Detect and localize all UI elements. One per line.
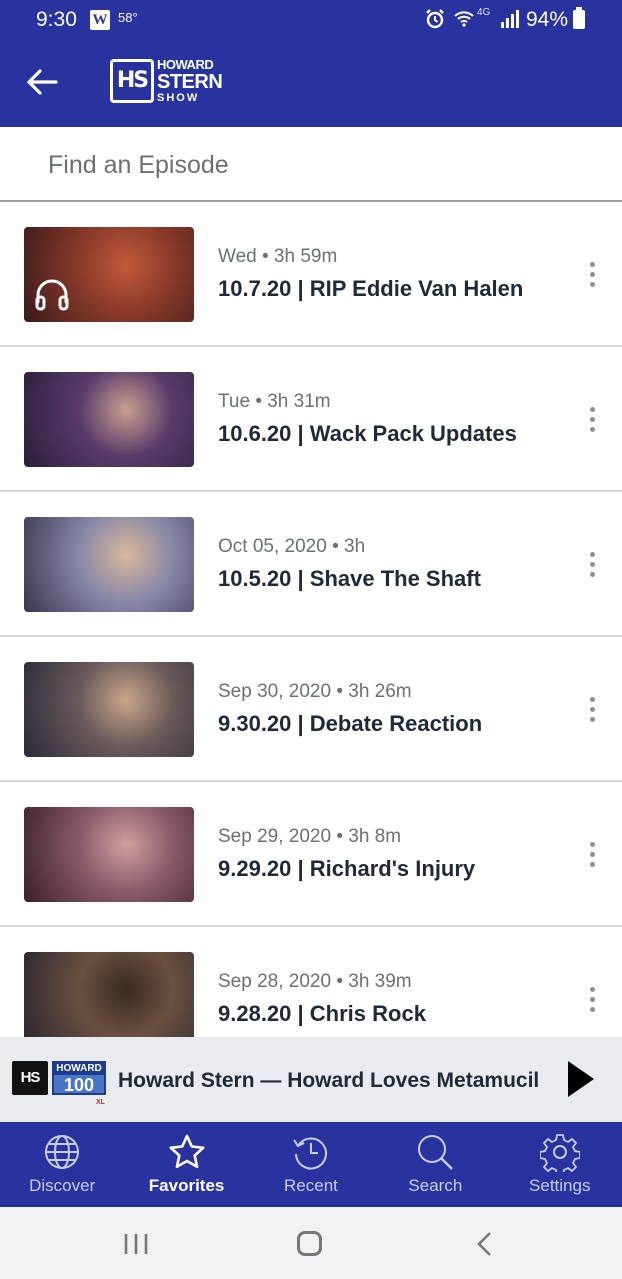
nav-search[interactable]: Search <box>373 1122 497 1207</box>
nav-favorites-label: Favorites <box>148 1176 225 1195</box>
episode-row[interactable]: Sep 29, 2020 • 3h 8m 9.29.20 | Richard's … <box>0 782 622 927</box>
episode-search-bar <box>0 127 622 202</box>
episode-meta: Wed • 3h 59m <box>218 246 338 267</box>
status-bar: 9:30 W 58° 4G 94% <box>0 0 622 40</box>
logo-mark: HS <box>110 59 154 103</box>
episode-title: 10.6.20 | Wack Pack Updates <box>218 421 517 446</box>
app-header: 9:30 W 58° 4G 94% HS HOWARD STERN SHOW <box>0 0 622 127</box>
star-icon <box>169 1134 205 1169</box>
bottom-navigation: Discover Favorites Recent Search Setting… <box>0 1122 622 1207</box>
episode-title: 9.29.20 | Richard's Injury <box>218 856 476 881</box>
headphones-icon <box>35 279 69 311</box>
history-icon <box>293 1137 327 1170</box>
play-button[interactable] <box>562 1057 598 1101</box>
nav-search-label: Search <box>408 1176 463 1195</box>
episode-thumbnail <box>24 662 194 757</box>
episode-meta: Tue • 3h 31m <box>218 391 331 412</box>
logo-hs: HS <box>12 1061 48 1095</box>
more-options-icon[interactable] <box>580 837 604 873</box>
home-button[interactable] <box>297 1231 322 1256</box>
more-options-icon[interactable] <box>580 257 604 293</box>
episode-row[interactable]: Tue • 3h 31m 10.6.20 | Wack Pack Updates <box>0 347 622 492</box>
now-playing-title: Howard Stern — Howard Loves Metamucil <box>118 1069 540 1092</box>
recent-apps-button[interactable] <box>122 1231 150 1262</box>
wifi-icon <box>454 8 474 35</box>
search-icon <box>418 1135 454 1170</box>
episode-thumbnail <box>24 952 194 1047</box>
nav-favorites[interactable]: Favorites <box>124 1122 248 1207</box>
globe-icon <box>45 1135 80 1169</box>
episode-thumbnail <box>24 517 194 612</box>
episode-search-input[interactable] <box>48 145 588 185</box>
episode-title: 9.30.20 | Debate Reaction <box>218 711 483 736</box>
status-temperature: 58° <box>118 10 138 25</box>
chevron-left-icon <box>477 1232 491 1256</box>
episode-title: 9.28.20 | Chris Rock <box>218 1001 426 1026</box>
episode-title: 10.5.20 | Shave The Shaft <box>218 566 481 591</box>
logo-howard-text: HOWARD <box>54 1063 104 1075</box>
more-options-icon[interactable] <box>580 692 604 728</box>
episode-title: 10.7.20 | RIP Eddie Van Halen <box>218 276 524 301</box>
nav-settings-label: Settings <box>529 1176 591 1195</box>
logo-howard-100: HOWARD 100 <box>52 1061 106 1095</box>
logo-line-2: STERN <box>157 71 223 93</box>
episode-meta: Oct 05, 2020 • 3h <box>218 536 366 557</box>
logo-xl: XL <box>96 1099 105 1106</box>
episode-row[interactable]: Sep 30, 2020 • 3h 26m 9.30.20 | Debate Re… <box>0 637 622 782</box>
episode-row[interactable]: Wed • 3h 59m 10.7.20 | RIP Eddie Van Hale… <box>0 202 622 347</box>
nav-recent-label: Recent <box>284 1176 338 1195</box>
episode-thumbnail <box>24 807 194 902</box>
episode-meta: Sep 29, 2020 • 3h 8m <box>218 826 402 847</box>
episode-meta: Sep 28, 2020 • 3h 39m <box>218 971 412 992</box>
back-button[interactable] <box>22 62 62 102</box>
nav-settings[interactable]: Settings <box>498 1122 622 1207</box>
more-options-icon[interactable] <box>580 402 604 438</box>
battery-percent: 94% <box>526 8 569 31</box>
weather-app-icon: W <box>90 10 110 30</box>
nav-discover[interactable]: Discover <box>0 1122 124 1207</box>
system-navigation-bar <box>0 1207 622 1279</box>
episode-row[interactable]: Oct 05, 2020 • 3h 10.5.20 | Shave The Sha… <box>0 492 622 637</box>
episode-meta: Sep 30, 2020 • 3h 26m <box>218 681 412 702</box>
howard-stern-show-logo: HS HOWARD STERN SHOW <box>110 58 223 106</box>
episode-thumbnail <box>24 372 194 467</box>
logo-line-1: HOWARD <box>157 57 214 72</box>
episode-thumbnail <box>24 227 194 322</box>
system-back-button[interactable] <box>474 1231 496 1262</box>
logo-text: HOWARD STERN SHOW <box>157 57 223 104</box>
network-type: 4G <box>477 7 491 18</box>
logo-100-text: 100 <box>63 1075 95 1095</box>
gear-icon <box>539 1134 580 1172</box>
recent-apps-icon <box>124 1234 148 1254</box>
status-time: 9:30 <box>36 8 77 31</box>
signal-icon <box>500 10 520 33</box>
nav-recent[interactable]: Recent <box>249 1122 373 1207</box>
battery-icon <box>573 7 585 29</box>
logo-line-3: SHOW <box>157 92 200 104</box>
nav-discover-label: Discover <box>29 1176 96 1195</box>
episode-list: Wed • 3h 59m 10.7.20 | RIP Eddie Van Hale… <box>0 202 622 1072</box>
more-options-icon[interactable] <box>580 982 604 1018</box>
howard-100-logo: HS HOWARD 100 XL <box>12 1059 108 1107</box>
alarm-icon <box>424 8 446 35</box>
arrow-left-icon <box>27 69 58 95</box>
play-icon <box>568 1061 594 1097</box>
mini-player[interactable]: HS HOWARD 100 XL Howard Stern — Howard L… <box>0 1037 622 1122</box>
more-options-icon[interactable] <box>580 547 604 583</box>
